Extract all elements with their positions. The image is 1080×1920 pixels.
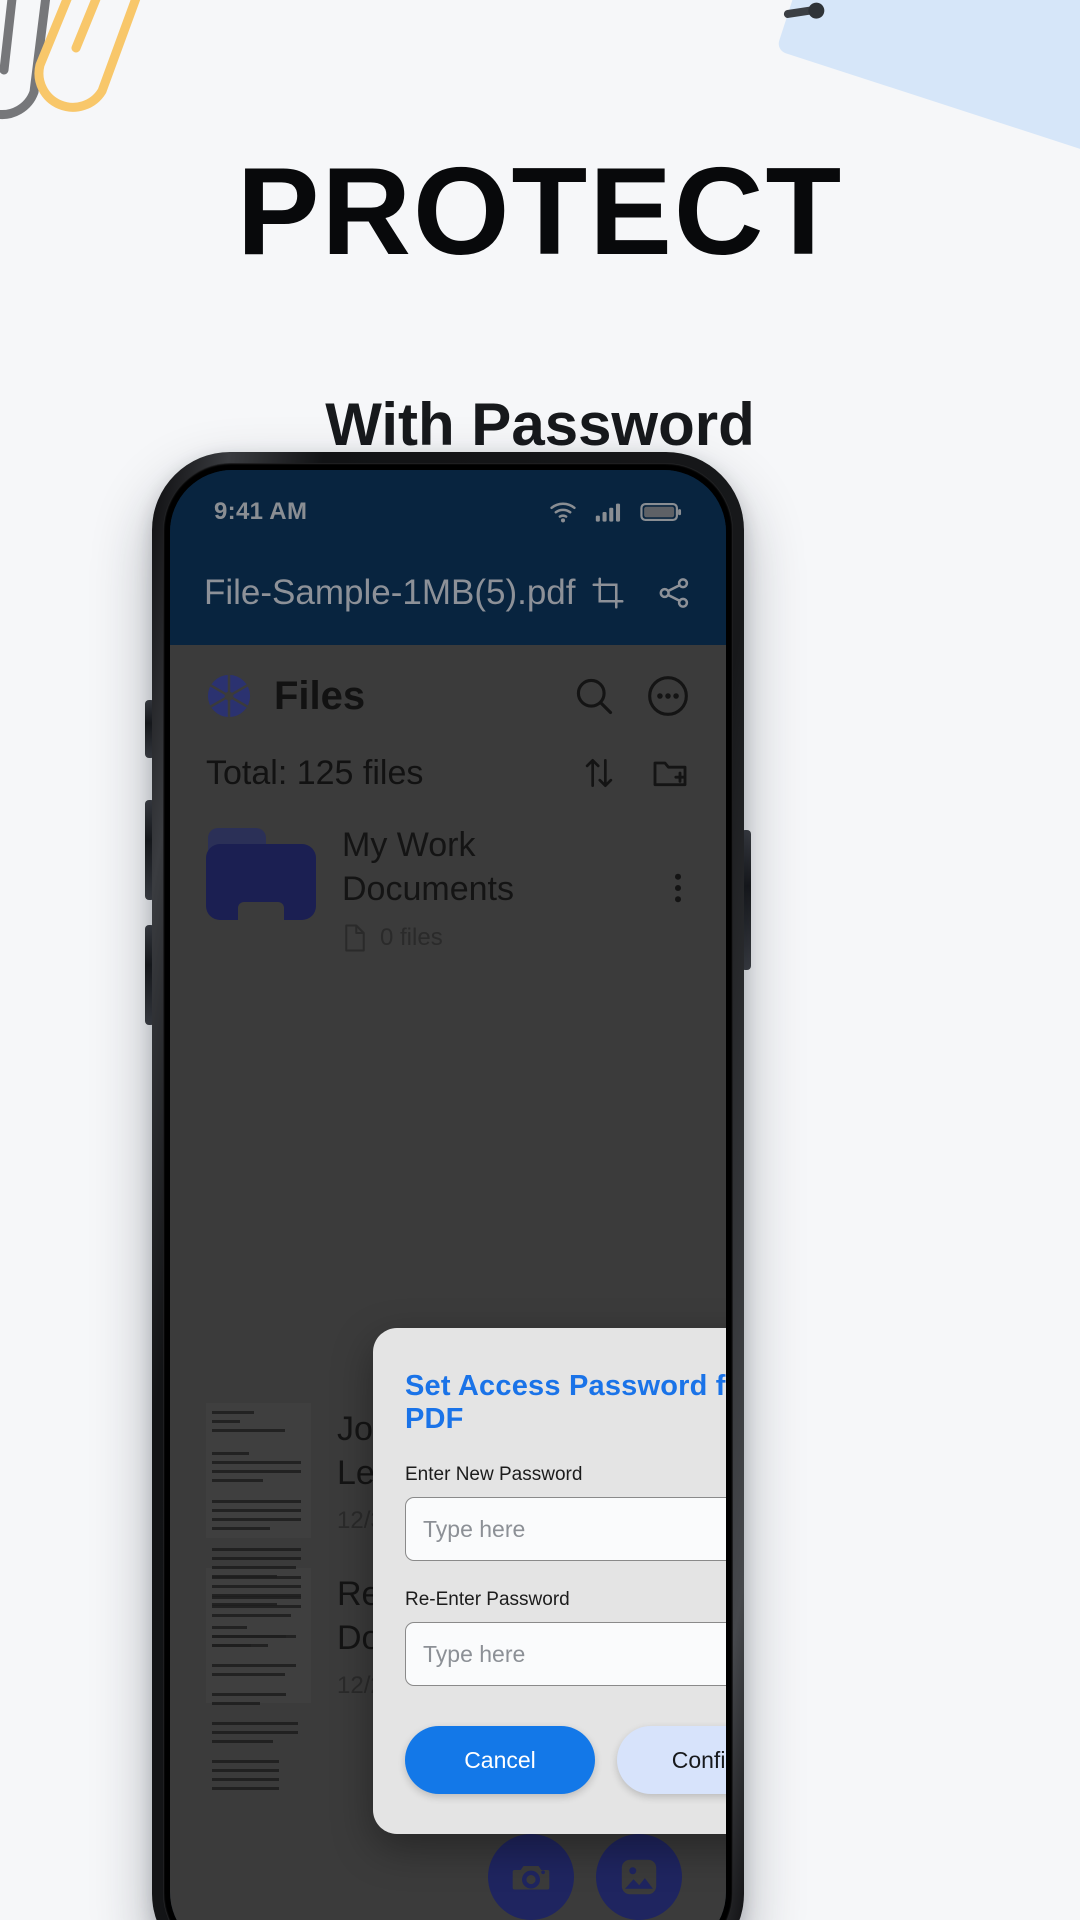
page-headline: PROTECT	[236, 143, 844, 281]
search-icon[interactable]	[572, 674, 616, 718]
paperclip-icon	[0, 0, 141, 119]
aperture-icon	[207, 674, 251, 718]
more-circle-icon[interactable]	[646, 674, 690, 718]
battery-icon	[640, 502, 682, 522]
phone-mockup: 9:41 AM File-Sample-1MB(5).pdf Files Tot…	[152, 452, 744, 1920]
confirm-button[interactable]: Confirm	[617, 1726, 726, 1794]
files-brand-title: Files	[274, 673, 366, 718]
wifi-icon	[550, 502, 576, 523]
status-bar: 9:41 AM	[170, 470, 726, 540]
file-sub: 0 files	[380, 924, 443, 952]
document-icon	[345, 924, 365, 952]
reenter-password-label: Re-Enter Password	[405, 1589, 570, 1610]
promo-screen: PROTECT With Password 9:41 AM File-Sampl…	[0, 0, 1080, 1920]
status-time: 9:41 AM	[214, 498, 308, 525]
dialog-actions: Cancel Confirm	[405, 1726, 726, 1794]
cancel-button[interactable]: Cancel	[405, 1726, 595, 1794]
document-preview	[206, 1403, 311, 1648]
phone-screen: 9:41 AM File-Sample-1MB(5).pdf Files Tot…	[170, 470, 726, 1920]
share-icon[interactable]	[656, 575, 692, 611]
folder-icon	[206, 828, 316, 948]
dialog-title: Set Access Password for PDF	[405, 1370, 726, 1435]
crop-icon[interactable]	[590, 575, 626, 611]
page-subheadline: With Password	[325, 391, 755, 458]
app-bar: File-Sample-1MB(5).pdf	[170, 540, 726, 645]
more-vertical-icon[interactable]	[722, 575, 727, 611]
files-total-text: Total: 125 files	[206, 753, 424, 792]
reenter-password-input[interactable]	[405, 1622, 726, 1686]
files-total-row: Total: 125 files	[170, 719, 726, 793]
set-password-dialog: Set Access Password for PDF Enter New Pa…	[373, 1328, 726, 1834]
camera-fab-button[interactable]	[488, 1834, 574, 1920]
camera-icon	[512, 1866, 550, 1890]
cellular-signal-icon	[595, 503, 621, 522]
list-item[interactable]: My Work Documents 0 files	[170, 793, 726, 953]
gallery-icon	[621, 1859, 657, 1895]
new-password-label: Enter New Password	[405, 1464, 583, 1485]
sort-arrows-icon[interactable]	[580, 754, 618, 792]
new-folder-icon[interactable]	[650, 753, 690, 793]
paperclips-decoration	[0, 0, 260, 170]
files-header: Files	[170, 645, 726, 719]
gallery-fab-button[interactable]	[596, 1834, 682, 1920]
more-vertical-icon[interactable]	[666, 870, 690, 906]
file-name: My Work Documents	[342, 826, 514, 909]
new-password-input[interactable]	[405, 1497, 726, 1561]
floating-action-buttons	[488, 1834, 682, 1920]
app-bar-title: File-Sample-1MB(5).pdf	[204, 572, 576, 612]
document-preview	[206, 1568, 311, 1791]
